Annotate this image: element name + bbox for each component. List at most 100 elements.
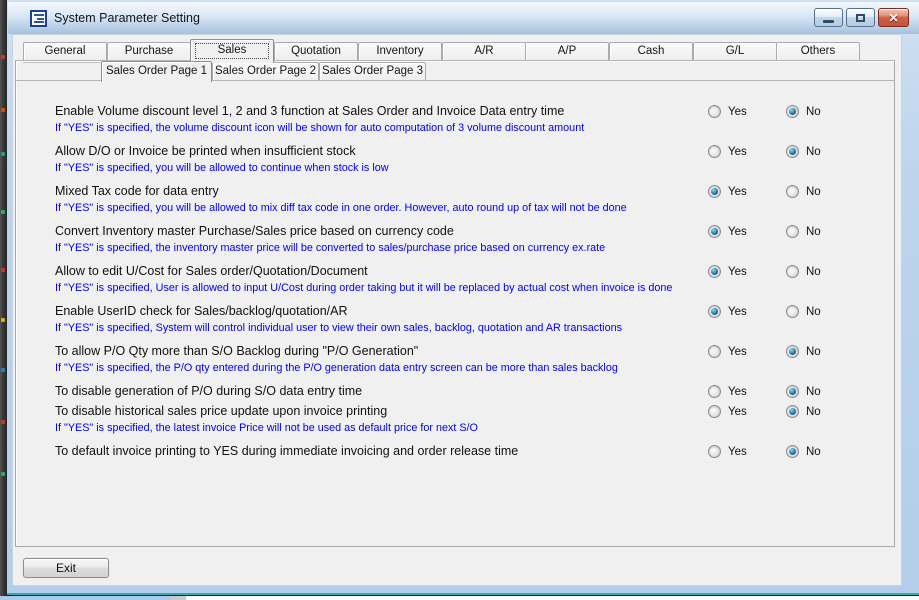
setting-row: Enable Volume discount level 1, 2 and 3 …	[12, 104, 902, 144]
radio-yes[interactable]: Yes	[708, 384, 747, 399]
radio-no-label: No	[806, 266, 821, 278]
radio-no[interactable]: No	[786, 384, 821, 399]
radio-no-label: No	[806, 446, 821, 458]
setting-label: To default invoice printing to YES durin…	[55, 444, 518, 458]
radio-no-label: No	[806, 146, 821, 158]
radio-no-circle	[786, 185, 799, 198]
radio-no[interactable]: No	[786, 304, 821, 319]
radio-yes[interactable]: Yes	[708, 404, 747, 419]
setting-note: If "YES" is specified, the latest invoic…	[55, 422, 478, 434]
setting-row: Allow D/O or Invoice be printed when ins…	[12, 144, 902, 184]
radio-yes-circle	[708, 265, 721, 278]
radio-no-circle	[786, 405, 799, 418]
radio-no-label: No	[806, 226, 821, 238]
radio-yes-circle	[708, 105, 721, 118]
window-controls: ✕	[814, 8, 909, 28]
radio-yes-circle	[708, 225, 721, 238]
radio-yes-label: Yes	[728, 186, 747, 198]
radio-no[interactable]: No	[786, 144, 821, 159]
setting-label: Enable Volume discount level 1, 2 and 3 …	[55, 104, 564, 118]
background-bottom-strips	[0, 596, 919, 600]
radio-yes[interactable]: Yes	[708, 344, 747, 359]
radio-no[interactable]: No	[786, 224, 821, 239]
radio-no-label: No	[806, 406, 821, 418]
window-title: System Parameter Setting	[54, 11, 200, 25]
radio-yes-label: Yes	[728, 346, 747, 358]
radio-no-label: No	[806, 386, 821, 398]
settings-panel: Enable Volume discount level 1, 2 and 3 …	[12, 34, 902, 586]
setting-label: Convert Inventory master Purchase/Sales …	[55, 224, 454, 238]
minimize-button[interactable]	[814, 8, 843, 27]
setting-note: If "YES" is specified, System will contr…	[55, 322, 622, 334]
radio-no-label: No	[806, 306, 821, 318]
setting-row: To disable historical sales price update…	[12, 404, 902, 444]
radio-yes-label: Yes	[728, 446, 747, 458]
radio-no-circle	[786, 265, 799, 278]
radio-no-label: No	[806, 346, 821, 358]
setting-label: To disable generation of P/O during S/O …	[55, 384, 362, 398]
setting-label: Enable UserID check for Sales/backlog/qu…	[55, 304, 348, 318]
radio-no-circle	[786, 145, 799, 158]
radio-no[interactable]: No	[786, 404, 821, 419]
setting-row: Enable UserID check for Sales/backlog/qu…	[12, 304, 902, 344]
radio-yes-circle	[708, 145, 721, 158]
radio-yes-label: Yes	[728, 266, 747, 278]
radio-yes[interactable]: Yes	[708, 104, 747, 119]
radio-no-circle	[786, 305, 799, 318]
setting-row: Convert Inventory master Purchase/Sales …	[12, 224, 902, 264]
radio-no-circle	[786, 345, 799, 358]
radio-no-label: No	[806, 186, 821, 198]
radio-no-circle	[786, 385, 799, 398]
setting-note: If "YES" is specified, you will be allow…	[55, 202, 627, 214]
radio-yes-circle	[708, 385, 721, 398]
radio-no[interactable]: No	[786, 344, 821, 359]
radio-yes[interactable]: Yes	[708, 444, 747, 459]
close-icon: ✕	[888, 12, 898, 24]
radio-yes-circle	[708, 305, 721, 318]
radio-no[interactable]: No	[786, 104, 821, 119]
setting-note: If "YES" is specified, User is allowed t…	[55, 282, 672, 294]
radio-no-circle	[786, 105, 799, 118]
radio-no[interactable]: No	[786, 264, 821, 279]
setting-label: Mixed Tax code for data entry	[55, 184, 219, 198]
restore-icon	[856, 14, 865, 22]
radio-yes-circle	[708, 185, 721, 198]
radio-yes-label: Yes	[728, 226, 747, 238]
radio-no[interactable]: No	[786, 184, 821, 199]
radio-yes-circle	[708, 345, 721, 358]
radio-yes-circle	[708, 445, 721, 458]
minimize-icon	[823, 20, 834, 23]
setting-label: Allow D/O or Invoice be printed when ins…	[55, 144, 356, 158]
radio-no-circle	[786, 225, 799, 238]
radio-yes-label: Yes	[728, 406, 747, 418]
radio-yes[interactable]: Yes	[708, 184, 747, 199]
radio-no-label: No	[806, 106, 821, 118]
setting-note: If "YES" is specified, the volume discou…	[55, 122, 584, 134]
radio-yes[interactable]: Yes	[708, 264, 747, 279]
radio-yes[interactable]: Yes	[708, 144, 747, 159]
setting-row: Allow to edit U/Cost for Sales order/Quo…	[12, 264, 902, 304]
radio-yes-circle	[708, 405, 721, 418]
radio-no[interactable]: No	[786, 444, 821, 459]
radio-yes-label: Yes	[728, 146, 747, 158]
radio-no-circle	[786, 445, 799, 458]
desktop: System Parameter Setting ✕ GeneralPurcha…	[0, 0, 919, 600]
close-button[interactable]: ✕	[878, 8, 909, 27]
background-window-edge	[0, 0, 7, 596]
setting-note: If "YES" is specified, you will be allow…	[55, 162, 389, 174]
setting-label: Allow to edit U/Cost for Sales order/Quo…	[55, 264, 368, 278]
setting-note: If "YES" is specified, the inventory mas…	[55, 242, 605, 254]
radio-yes[interactable]: Yes	[708, 304, 747, 319]
exit-button[interactable]: Exit	[23, 558, 109, 578]
radio-yes-label: Yes	[728, 306, 747, 318]
setting-note: If "YES" is specified, the P/O qty enter…	[55, 362, 618, 374]
maximize-button[interactable]	[846, 8, 875, 27]
form-list-icon	[30, 10, 47, 27]
dialog-content: GeneralPurchaseSalesQuotationInventoryA/…	[12, 34, 902, 586]
setting-label: To allow P/O Qty more than S/O Backlog d…	[55, 344, 418, 358]
radio-yes[interactable]: Yes	[708, 224, 747, 239]
system-parameter-window: System Parameter Setting ✕ GeneralPurcha…	[6, 0, 919, 600]
titlebar[interactable]: System Parameter Setting ✕	[8, 2, 919, 34]
setting-row: To allow P/O Qty more than S/O Backlog d…	[12, 344, 902, 384]
radio-yes-label: Yes	[728, 386, 747, 398]
